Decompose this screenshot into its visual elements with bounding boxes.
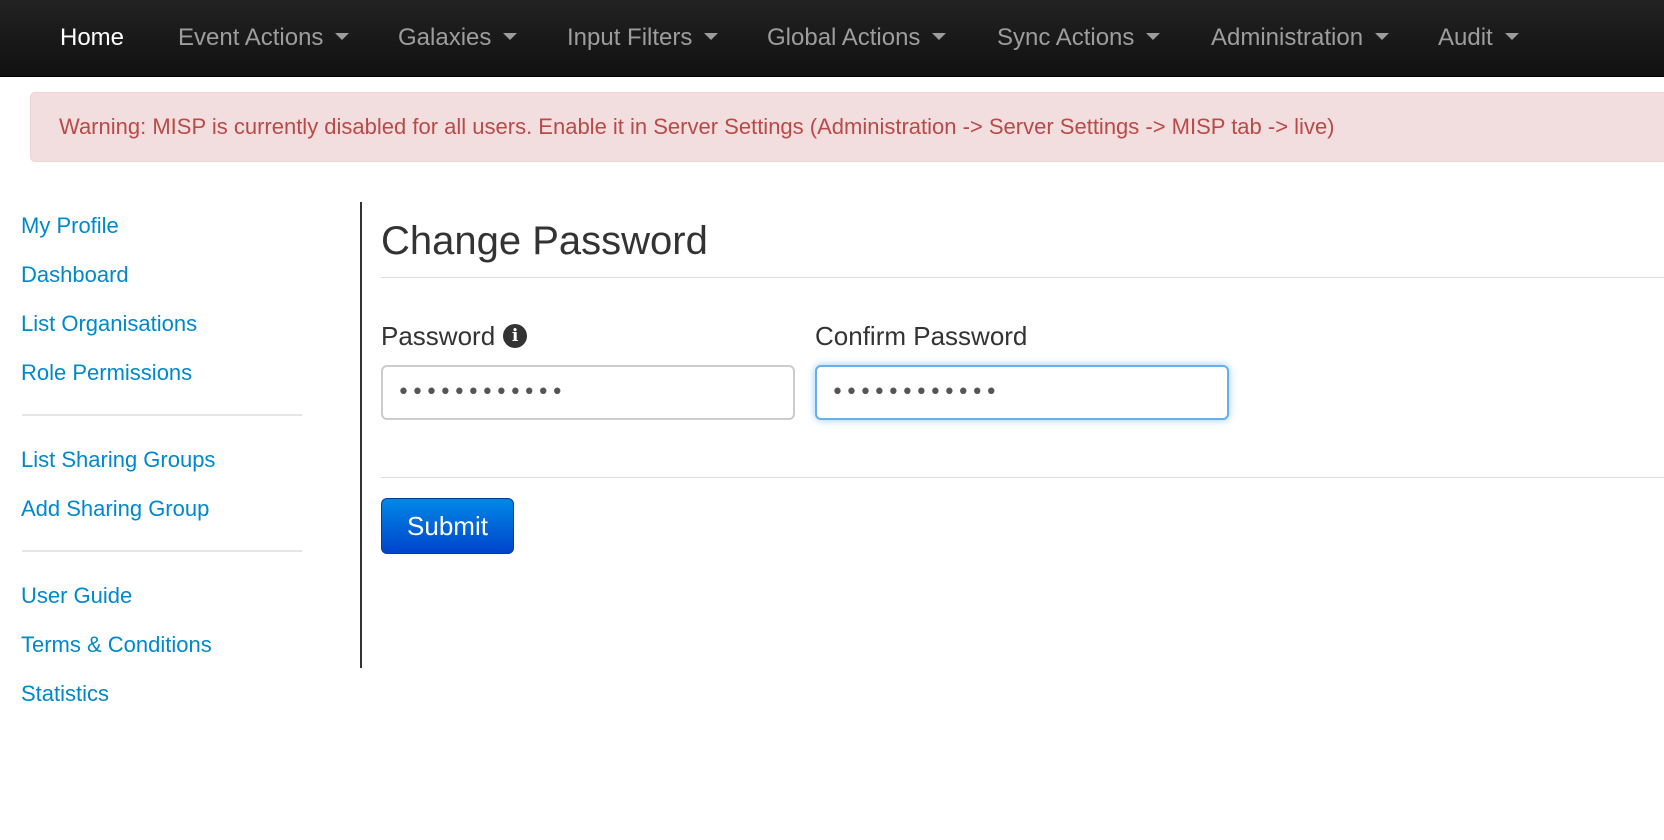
warning-alert: Warning: MISP is currently disabled for … bbox=[30, 92, 1664, 162]
page-title: Change Password bbox=[381, 219, 708, 263]
title-divider bbox=[381, 277, 1664, 278]
nav-galaxies-label: Galaxies bbox=[398, 24, 492, 51]
confirm-password-field[interactable] bbox=[815, 365, 1229, 420]
nav-audit-label: Audit bbox=[1438, 24, 1493, 51]
caret-down-icon bbox=[932, 33, 947, 41]
sidebar-item-list-sharing-groups[interactable]: List Sharing Groups bbox=[21, 445, 215, 475]
sidebar-item-list-organisations[interactable]: List Organisations bbox=[21, 309, 197, 339]
nav-administration[interactable]: Administration bbox=[1211, 0, 1390, 76]
caret-down-icon bbox=[335, 33, 350, 41]
password-field[interactable] bbox=[381, 365, 795, 420]
sidebar-item-user-guide[interactable]: User Guide bbox=[21, 581, 132, 611]
sidebar-item-add-sharing-group[interactable]: Add Sharing Group bbox=[21, 494, 209, 524]
nav-home[interactable]: Home bbox=[60, 0, 124, 76]
nav-audit[interactable]: Audit bbox=[1438, 0, 1519, 76]
password-label-text: Password bbox=[381, 321, 496, 351]
nav-home-label: Home bbox=[60, 24, 125, 51]
nav-event-actions-label: Event Actions bbox=[178, 24, 324, 51]
top-navbar: Home Event Actions Galaxies Input Filter… bbox=[0, 0, 1664, 77]
nav-input-filters[interactable]: Input Filters bbox=[567, 0, 719, 76]
nav-sync-actions-label: Sync Actions bbox=[997, 24, 1135, 51]
caret-down-icon bbox=[704, 33, 719, 41]
sidebar-divider bbox=[22, 550, 302, 552]
sidebar-item-my-profile[interactable]: My Profile bbox=[21, 211, 119, 241]
caret-down-icon bbox=[1504, 33, 1519, 41]
caret-down-icon bbox=[1375, 33, 1390, 41]
nav-input-filters-label: Input Filters bbox=[567, 24, 693, 51]
sidebar-divider bbox=[22, 414, 302, 416]
caret-down-icon bbox=[1146, 33, 1161, 41]
nav-sync-actions[interactable]: Sync Actions bbox=[997, 0, 1161, 76]
submit-button[interactable]: Submit bbox=[381, 498, 514, 554]
caret-down-icon bbox=[503, 33, 518, 41]
sidebar-item-statistics[interactable]: Statistics bbox=[21, 679, 109, 709]
content-separator bbox=[360, 202, 362, 668]
nav-administration-label: Administration bbox=[1211, 24, 1364, 51]
nav-global-actions-label: Global Actions bbox=[767, 24, 921, 51]
nav-galaxies[interactable]: Galaxies bbox=[398, 0, 518, 76]
confirm-password-label: Confirm Password bbox=[815, 321, 1028, 351]
sidebar-item-role-permissions[interactable]: Role Permissions bbox=[21, 358, 192, 388]
nav-global-actions[interactable]: Global Actions bbox=[767, 0, 947, 76]
sidebar-item-terms-conditions[interactable]: Terms & Conditions bbox=[21, 630, 212, 660]
nav-event-actions[interactable]: Event Actions bbox=[178, 0, 350, 76]
password-label: Password i bbox=[381, 318, 528, 354]
info-icon[interactable]: i bbox=[503, 324, 528, 349]
sidebar-item-dashboard[interactable]: Dashboard bbox=[21, 260, 129, 290]
form-divider bbox=[381, 477, 1664, 478]
warning-alert-text: Warning: MISP is currently disabled for … bbox=[59, 114, 1335, 139]
